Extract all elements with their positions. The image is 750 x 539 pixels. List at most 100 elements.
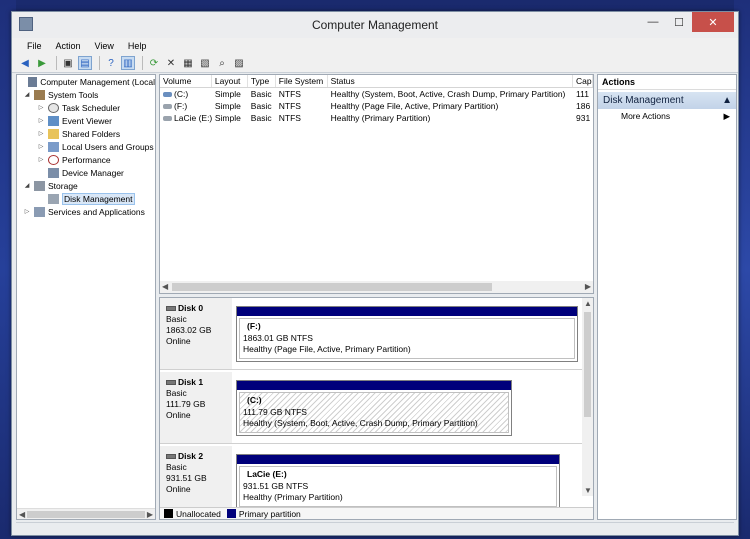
- actions-section-disk-management[interactable]: Disk Management ▲: [598, 92, 736, 109]
- partition-color-bar: [237, 455, 559, 464]
- show-hide-action-pane-icon[interactable]: ▥: [121, 56, 135, 70]
- column-volume[interactable]: Volume: [160, 75, 212, 87]
- performance-icon: [48, 154, 59, 165]
- window-title: Computer Management: [311, 18, 439, 32]
- column-file-system[interactable]: File System: [276, 75, 328, 87]
- disk-icon: [166, 380, 176, 385]
- scroll-right-icon[interactable]: ▶: [147, 510, 153, 519]
- volume-row[interactable]: LaCie (E:) Simple Basic NTFS Healthy (Pr…: [160, 112, 593, 124]
- tree-horizontal-scrollbar[interactable]: ◀ ▶: [17, 508, 155, 519]
- title-bar[interactable]: Computer Management — ☐ ✕: [12, 12, 738, 38]
- tree-item-storage[interactable]: ◢ Storage: [17, 179, 155, 192]
- expanded-arrow-icon[interactable]: ◢: [23, 182, 31, 189]
- volume-list: Volume Layout Type File System Status Ca…: [159, 74, 594, 294]
- close-button[interactable]: ✕: [692, 12, 734, 32]
- expand-arrow-icon[interactable]: ▷: [37, 117, 45, 124]
- expand-arrow-icon[interactable]: ▷: [37, 130, 45, 137]
- disk-row: Disk 0 Basic 1863.02 GB Online (F:) 1863…: [160, 298, 582, 370]
- properties-icon[interactable]: ▦: [181, 56, 195, 70]
- partition-color-bar: [237, 381, 511, 390]
- show-hide-tree-icon[interactable]: ▤: [78, 56, 92, 70]
- column-status[interactable]: Status: [328, 75, 574, 87]
- refresh-icon[interactable]: ⟳: [147, 56, 161, 70]
- search-icon[interactable]: ⌕: [215, 56, 229, 70]
- volume-icon: [163, 104, 172, 109]
- menu-file[interactable]: File: [20, 41, 49, 51]
- scroll-thumb[interactable]: [584, 312, 591, 417]
- disk-row: Disk 1 Basic 111.79 GB Online (C:) 111.7…: [160, 372, 582, 444]
- tree-item-performance[interactable]: ▷ Performance: [17, 153, 155, 166]
- scroll-right-icon[interactable]: ▶: [585, 282, 591, 291]
- partition-color-bar: [237, 307, 577, 316]
- tools-icon: [34, 89, 45, 100]
- tree-item-task-scheduler[interactable]: ▷ Task Scheduler: [17, 101, 155, 114]
- collapse-arrow-icon[interactable]: ▲: [722, 92, 732, 109]
- menu-action[interactable]: Action: [49, 41, 88, 51]
- unallocated-swatch: [164, 509, 173, 518]
- toolbar-separator: [99, 56, 100, 70]
- toolbar-separator: [56, 56, 57, 70]
- expanded-arrow-icon[interactable]: ◢: [23, 91, 31, 98]
- toolbar-separator: [142, 56, 143, 70]
- volume-list-header: Volume Layout Type File System Status Ca…: [160, 75, 593, 88]
- tree-item-disk-management[interactable]: Disk Management: [17, 192, 155, 205]
- volume-list-horizontal-scrollbar[interactable]: ◀ ▶: [160, 281, 593, 293]
- scroll-up-icon[interactable]: ▲: [584, 299, 592, 308]
- open-icon[interactable]: ▧: [198, 56, 212, 70]
- actions-header: Actions: [598, 75, 736, 90]
- help-icon[interactable]: ?: [104, 56, 118, 70]
- submenu-arrow-icon: ▶: [723, 111, 730, 121]
- expand-arrow-icon[interactable]: ▷: [37, 143, 45, 150]
- tree-item-device-manager[interactable]: Device Manager: [17, 166, 155, 179]
- menu-bar: File Action View Help: [12, 38, 738, 54]
- settings-icon[interactable]: ▨: [232, 56, 246, 70]
- back-arrow-icon[interactable]: ◀: [18, 56, 32, 70]
- tree-item-shared-folders[interactable]: ▷ Shared Folders: [17, 127, 155, 140]
- navigation-tree: Computer Management (Local ◢ System Tool…: [16, 74, 156, 520]
- partition-block-selected[interactable]: (C:) 111.79 GB NTFS Healthy (System, Boo…: [236, 380, 512, 436]
- status-bar: [16, 522, 734, 533]
- menu-help[interactable]: Help: [121, 41, 154, 51]
- menu-view[interactable]: View: [88, 41, 121, 51]
- services-icon: [34, 206, 45, 217]
- expand-arrow-icon[interactable]: ▷: [23, 208, 31, 215]
- forward-arrow-icon[interactable]: ▶: [35, 56, 49, 70]
- disk-icon: [166, 306, 176, 311]
- tree-item-services[interactable]: ▷ Services and Applications: [17, 205, 155, 218]
- tree-item-system-tools[interactable]: ◢ System Tools: [17, 88, 155, 101]
- maximize-button[interactable]: ☐: [666, 12, 692, 32]
- scroll-thumb[interactable]: [27, 511, 145, 518]
- primary-partition-swatch: [226, 509, 236, 518]
- graphical-vertical-scrollbar[interactable]: ▲ ▼: [582, 298, 593, 496]
- column-layout[interactable]: Layout: [212, 75, 248, 87]
- partition-block[interactable]: (F:) 1863.01 GB NTFS Healthy (Page File,…: [236, 306, 578, 362]
- minimize-button[interactable]: —: [640, 12, 666, 32]
- disk-icon: [166, 454, 176, 459]
- disk-management-icon: [48, 193, 59, 204]
- scroll-thumb[interactable]: [172, 283, 492, 291]
- device-manager-icon: [48, 167, 59, 178]
- volume-row[interactable]: (C:) Simple Basic NTFS Healthy (System, …: [160, 88, 593, 100]
- tree-item-event-viewer[interactable]: ▷ Event Viewer: [17, 114, 155, 127]
- partition-block[interactable]: LaCie (E:) 931.51 GB NTFS Healthy (Prima…: [236, 454, 560, 510]
- scroll-left-icon[interactable]: ◀: [162, 282, 168, 291]
- up-folder-icon[interactable]: ▣: [61, 56, 75, 70]
- scroll-down-icon[interactable]: ▼: [584, 486, 592, 495]
- disk-graphical-view: Disk 0 Basic 1863.02 GB Online (F:) 1863…: [159, 297, 594, 520]
- delete-icon[interactable]: ✕: [164, 56, 178, 70]
- column-type[interactable]: Type: [248, 75, 276, 87]
- volume-icon: [163, 116, 172, 121]
- column-capacity[interactable]: Cap: [573, 75, 593, 87]
- expand-arrow-icon[interactable]: ▷: [37, 104, 45, 111]
- volume-row[interactable]: (F:) Simple Basic NTFS Healthy (Page Fil…: [160, 100, 593, 112]
- scroll-left-icon[interactable]: ◀: [19, 510, 25, 519]
- disk-info[interactable]: Disk 1 Basic 111.79 GB Online: [160, 372, 232, 443]
- users-icon: [48, 141, 59, 152]
- computer-icon: [28, 76, 38, 87]
- expand-arrow-icon[interactable]: ▷: [37, 156, 45, 163]
- tree-item-local-users[interactable]: ▷ Local Users and Groups: [17, 140, 155, 153]
- disk-info[interactable]: Disk 0 Basic 1863.02 GB Online: [160, 298, 232, 369]
- tree-item-computer-management[interactable]: Computer Management (Local: [17, 75, 155, 88]
- actions-pane: Actions Disk Management ▲ More Actions ▶: [597, 74, 737, 520]
- more-actions-item[interactable]: More Actions ▶: [598, 109, 736, 124]
